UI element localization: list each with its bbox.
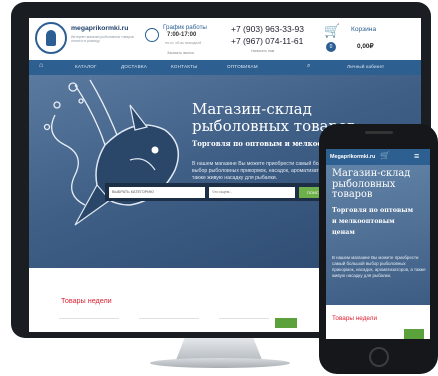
hero-description: В нашем магазине Вы можете приобрести са… <box>192 161 336 182</box>
mobile-hero-subtitle: Торговля по оптовым и мелкооптовым ценам <box>332 207 414 237</box>
monitor-stand <box>176 338 262 360</box>
cart-count-badge: 0 <box>326 42 336 52</box>
mobile-screen: Megaprikormki.ru 🛒 ≡ Магазин-склад рыбол… <box>326 149 430 339</box>
nav-item-contacts[interactable]: КОНТАКТЫ <box>171 64 197 69</box>
mobile-hero-description: В нашем магазине Вы можете приобрести са… <box>332 255 426 279</box>
phone-1[interactable]: +7 (903) 963-33-93 <box>231 24 304 34</box>
cart-title[interactable]: Корзина <box>351 26 376 33</box>
search-icon[interactable]: ⌕ <box>307 63 311 70</box>
mobile-cart-icon[interactable]: 🛒 <box>380 151 390 160</box>
mobile-weekly-title: Товары недели <box>332 315 378 322</box>
schedule-days: пн-пт, сб-вс выходной <box>165 41 202 45</box>
email-link[interactable]: Написать нам <box>251 49 274 53</box>
main-nav: ⌂ КАТАЛОГ ДОСТАВКА КОНТАКТЫ ОПТОВИКАМ ⌕ … <box>29 60 421 75</box>
fish-illustration-icon <box>43 79 180 226</box>
fisherman-logo-icon[interactable] <box>35 22 67 54</box>
product-card-divider <box>219 318 269 319</box>
schedule-title: График работы <box>163 24 207 31</box>
brand-tagline: Интернет-магазин рыболовных товаров опто… <box>71 35 134 44</box>
cart-total: 0,00₽ <box>357 43 374 50</box>
phone-2[interactable]: +7 (967) 074-11-61 <box>231 36 303 46</box>
nav-item-wholesale[interactable]: ОПТОВИКАМ <box>227 64 258 69</box>
nav-item-catalog[interactable]: КАТАЛОГ <box>75 64 97 69</box>
mobile-nav: Megaprikormki.ru 🛒 ≡ <box>326 149 430 165</box>
phone-home-button[interactable] <box>369 347 389 367</box>
schedule-hours: 7:00-17:00 <box>167 32 197 38</box>
nav-item-delivery[interactable]: ДОСТАВКА <box>121 64 147 69</box>
monitor-base <box>150 358 290 368</box>
cart-icon[interactable]: 🛒 <box>324 23 340 39</box>
brand-name[interactable]: megaprikormki.ru <box>71 25 128 32</box>
product-card-divider <box>59 318 119 319</box>
site-header: megaprikormki.ru Интернет-магазин рыболо… <box>29 18 421 61</box>
hamburger-menu-icon[interactable]: ≡ <box>414 151 419 161</box>
product-card-divider <box>139 318 199 319</box>
mobile-product-tab[interactable] <box>404 329 424 339</box>
home-icon[interactable]: ⌂ <box>39 62 43 69</box>
clock-icon <box>145 28 159 42</box>
search-input[interactable] <box>209 187 295 198</box>
mobile-brand[interactable]: Megaprikormki.ru <box>330 154 375 160</box>
category-select[interactable]: ВЫБРАТЬ КАТЕГОРИЮ <box>109 187 205 198</box>
weekly-products-title: Товары недели <box>61 296 112 305</box>
product-tab[interactable] <box>275 318 297 328</box>
mobile-hero-title: Магазин-склад рыболовных товаров <box>332 168 411 200</box>
mobile-phone: Megaprikormki.ru 🛒 ≡ Магазин-склад рыбол… <box>319 124 438 374</box>
account-link[interactable]: Личный кабинет <box>347 64 384 69</box>
callback-link[interactable]: Заказать звонок <box>167 51 194 55</box>
